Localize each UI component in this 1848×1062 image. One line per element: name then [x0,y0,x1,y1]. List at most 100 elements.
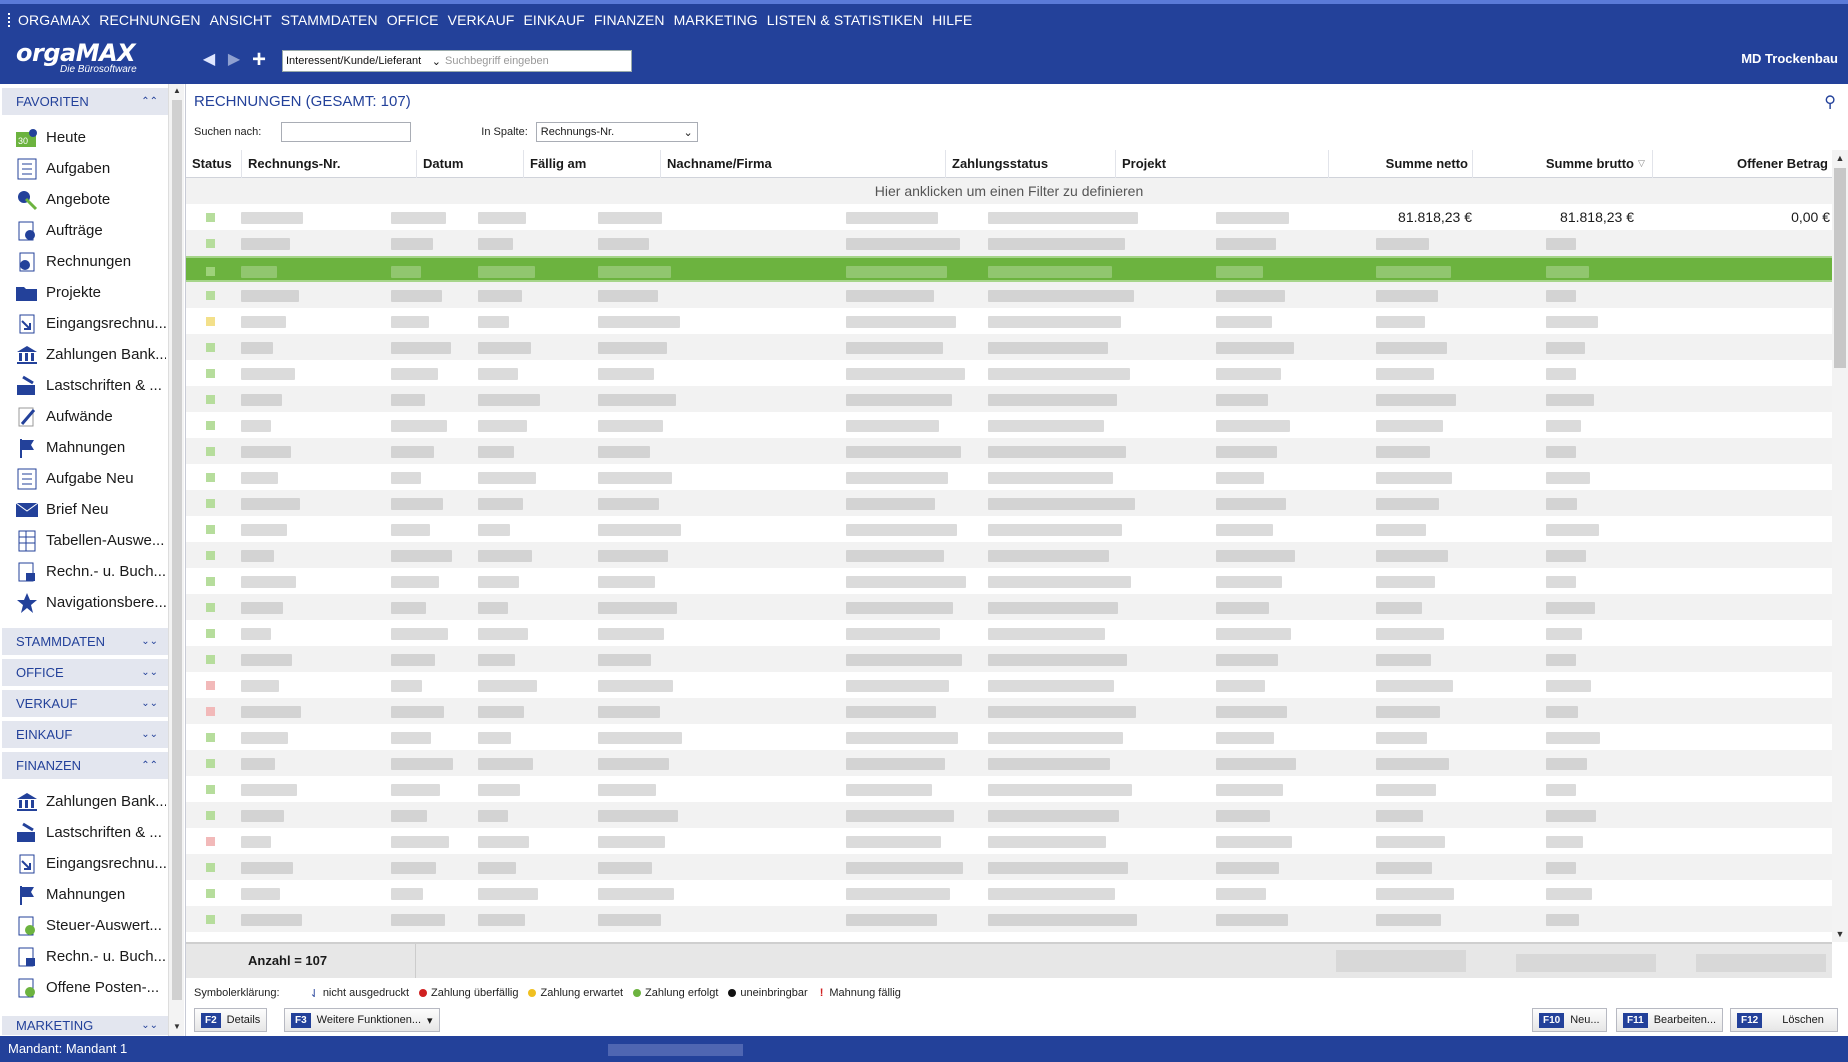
new-button[interactable]: F10 Neu... [1532,1008,1607,1032]
col-offener-betrag[interactable]: Offener Betrag [1652,150,1832,178]
sidebar-item-offene-posten[interactable]: Offene Posten-... [14,972,166,1003]
section-stammdaten[interactable]: STAMMDATEN ⌄⌄ [2,628,168,656]
sidebar-item-heute[interactable]: 30 Heute [14,122,166,153]
forward-arrow-icon[interactable]: ▶ [225,50,243,70]
sidebar-item-auftraege[interactable]: Aufträge [14,215,166,246]
menu-verkauf[interactable]: VERKAUF [448,12,515,28]
table-row[interactable] [186,594,1832,620]
edit-button[interactable]: F11 Bearbeiten... [1616,1008,1724,1032]
column-select[interactable]: Rechnungs-Nr. ⌄ [535,122,698,142]
table-row[interactable] [186,620,1832,646]
sidebar-scroll-thumb[interactable] [172,100,182,1000]
table-row[interactable] [186,308,1832,334]
grid-scrollbar[interactable]: ▲ ▼ [1832,150,1848,942]
sidebar-scrollbar[interactable]: ▲ ▼ [168,84,184,1036]
section-einkauf[interactable]: EINKAUF ⌄⌄ [2,721,168,749]
grid-scroll-thumb[interactable] [1834,168,1846,368]
sidebar-item-steuer-auswertung[interactable]: Steuer-Auswert... [14,910,166,941]
menu-office[interactable]: OFFICE [387,12,439,28]
table-row-selected[interactable] [186,256,1832,282]
back-arrow-icon[interactable]: ◀ [200,50,218,70]
table-row[interactable] [186,802,1832,828]
menu-finanzen[interactable]: FINANZEN [594,12,665,28]
sidebar-item-eingangsrechnungen[interactable]: Eingangsrechnu... [14,308,166,339]
table-row[interactable] [186,776,1832,802]
table-row[interactable] [186,438,1832,464]
menu-ansicht[interactable]: ANSICHT [210,12,272,28]
table-row[interactable] [186,646,1832,672]
table-row[interactable] [186,698,1832,724]
search-scope-select[interactable]: Interessent/Kunde/Lieferant ⌄ [283,55,445,68]
section-favoriten[interactable]: FAVORITEN ⌃⌃ [2,88,168,116]
col-nachname-firma[interactable]: Nachname/Firma [660,150,945,178]
scroll-up-icon[interactable]: ▲ [169,86,185,100]
menu-listen-statistiken[interactable]: LISTEN & STATISTIKEN [767,12,923,28]
scroll-down-icon[interactable]: ▼ [169,1022,185,1036]
table-row[interactable] [186,542,1832,568]
sidebar-item-rechnungen[interactable]: Rechnungen [14,246,166,277]
sidebar-item-navigationsbereich[interactable]: Navigationsbere... [14,587,166,618]
sidebar-item-brief-neu[interactable]: Brief Neu [14,494,166,525]
section-finanzen[interactable]: FINANZEN ⌃⌃ [2,752,168,780]
col-summe-netto[interactable]: Summe netto [1328,150,1472,178]
sidebar-item-lastschriften[interactable]: Lastschriften & ... [14,370,166,401]
table-row[interactable]: 81.818,23 € 81.818,23 € 0,00 € [186,204,1832,230]
section-marketing[interactable]: MARKETING ⌄⌄ [2,1016,168,1036]
table-row[interactable] [186,334,1832,360]
menu-orgamax[interactable]: ORGAMAX [18,12,90,28]
table-row[interactable] [186,672,1832,698]
col-faellig-am[interactable]: Fällig am [523,150,660,178]
table-row[interactable] [186,828,1832,854]
scroll-up-icon[interactable]: ▲ [1832,150,1848,166]
sidebar-item-rechn-buch[interactable]: Rechn.- u. Buch... [14,941,166,972]
sidebar-item-aufwaende[interactable]: Aufwände [14,401,166,432]
sidebar-item-aufgabe-neu[interactable]: Aufgabe Neu [14,463,166,494]
menu-hilfe[interactable]: HILFE [932,12,972,28]
search-field[interactable] [281,122,412,142]
search-input[interactable]: Suchbegriff eingeben [445,55,631,67]
sidebar-item-zahlungen-bank[interactable]: Zahlungen Bank... [14,786,166,817]
table-row[interactable] [186,360,1832,386]
table-row[interactable] [186,282,1832,308]
menu-stammdaten[interactable]: STAMMDATEN [281,12,378,28]
add-plus-icon[interactable]: + [250,48,268,72]
table-row[interactable] [186,854,1832,880]
delete-button[interactable]: F12 Löschen [1730,1008,1838,1032]
scroll-down-icon[interactable]: ▼ [1832,926,1848,942]
table-row[interactable] [186,412,1832,438]
sidebar-item-mahnungen[interactable]: Mahnungen [14,432,166,463]
section-verkauf[interactable]: VERKAUF ⌄⌄ [2,690,168,718]
table-row[interactable] [186,490,1832,516]
table-row[interactable] [186,230,1832,256]
menu-marketing[interactable]: MARKETING [674,12,758,28]
col-zahlungsstatus[interactable]: Zahlungsstatus [945,150,1115,178]
sidebar-item-angebote[interactable]: Angebote [14,184,166,215]
table-row[interactable] [186,750,1832,776]
sidebar-item-rechn-buch[interactable]: Rechn.- u. Buch... [14,556,166,587]
menu-rechnungen[interactable]: RECHNUNGEN [99,12,200,28]
menu-einkauf[interactable]: EINKAUF [523,12,584,28]
table-row[interactable] [186,386,1832,412]
table-row[interactable] [186,568,1832,594]
col-datum[interactable]: Datum [416,150,523,178]
sidebar-item-eingangsrechnungen[interactable]: Eingangsrechnu... [14,848,166,879]
sidebar-item-aufgaben[interactable]: Aufgaben [14,153,166,184]
col-projekt[interactable]: Projekt [1115,150,1328,178]
sidebar-item-lastschriften[interactable]: Lastschriften & ... [14,817,166,848]
sidebar-item-zahlungen-bank[interactable]: Zahlungen Bank... [14,339,166,370]
col-status[interactable]: Status [186,150,241,178]
table-row[interactable] [186,516,1832,542]
more-functions-button[interactable]: F3 Weitere Funktionen... ▾ [284,1008,440,1032]
search-pin-icon[interactable]: ⚲ [1824,92,1836,112]
table-row[interactable] [186,464,1832,490]
table-row[interactable] [186,906,1832,932]
sidebar-item-projekte[interactable]: Projekte [14,277,166,308]
table-row[interactable] [186,724,1832,750]
table-row[interactable] [186,880,1832,906]
filter-row[interactable]: Hier anklicken um einen Filter zu defini… [186,178,1832,204]
sidebar-item-tabellen-auswertung[interactable]: Tabellen-Auswe... [14,525,166,556]
section-office[interactable]: OFFICE ⌄⌄ [2,659,168,687]
details-button[interactable]: F2 Details [194,1008,268,1032]
sidebar-item-mahnungen[interactable]: Mahnungen [14,879,166,910]
col-rechnungs-nr[interactable]: Rechnungs-Nr. [241,150,416,178]
